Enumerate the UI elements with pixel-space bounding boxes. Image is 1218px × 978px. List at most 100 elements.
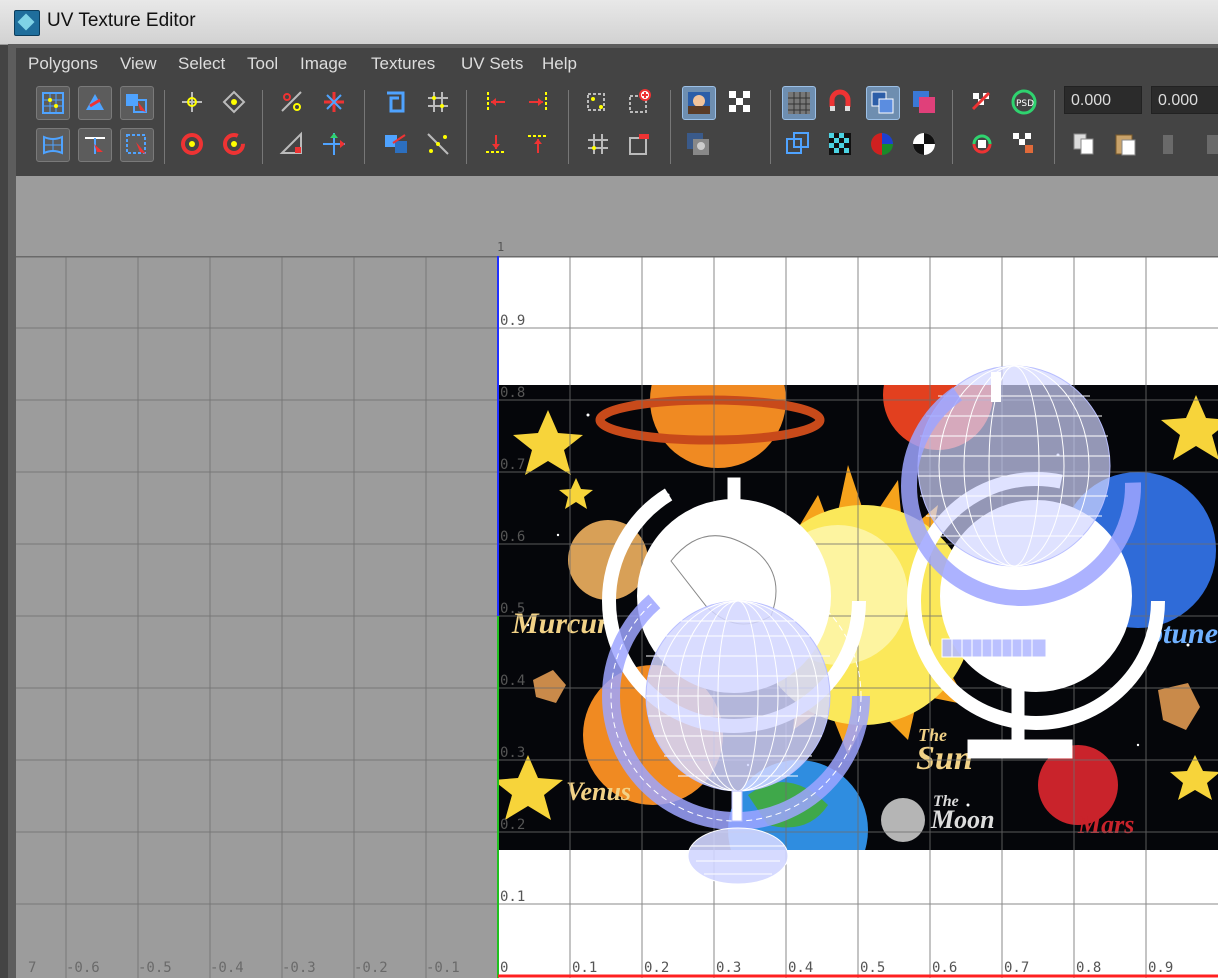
alpha-channel-icon[interactable] (908, 128, 942, 162)
v-value-field[interactable]: 0.000 (1151, 86, 1218, 114)
split-uvs-icon[interactable] (318, 86, 352, 120)
u-tick-neg-0.3: -0.3 (282, 960, 316, 976)
toolbar-separator (466, 90, 467, 164)
copy-uvs-icon[interactable] (1068, 128, 1102, 162)
app-icon (14, 10, 40, 36)
align-right-icon[interactable] (522, 86, 556, 120)
menu-tool[interactable]: Tool (247, 54, 278, 74)
v-tick-0.1: 0.1 (500, 889, 526, 905)
remove-uv-icon[interactable] (624, 128, 658, 162)
uv-face-select-icon[interactable] (120, 86, 154, 120)
paste-uvs-icon[interactable] (1110, 128, 1144, 162)
toolbar-separator (364, 90, 365, 164)
title-bar: UV Texture Editor (0, 0, 1218, 45)
uv-warp-icon[interactable] (36, 128, 70, 162)
flip-v-icon[interactable] (218, 86, 252, 120)
v-tick-0.4: 0.4 (500, 673, 526, 689)
u-tick-0.4: 0.4 (788, 960, 814, 976)
display-image-icon[interactable] (682, 86, 716, 120)
add-uv-icon[interactable] (624, 86, 658, 120)
v-tick-0.9: 0.9 (500, 313, 526, 329)
move-sew-icon[interactable] (318, 128, 352, 162)
v-tick-0.8: 0.8 (500, 385, 526, 401)
align-top-icon[interactable] (522, 128, 556, 162)
window-title: UV Texture Editor (47, 10, 196, 31)
u-tick-0.3: 0.3 (716, 960, 742, 976)
rgb-channels-icon[interactable] (866, 128, 900, 162)
uv-viewport[interactable]: Murcur Venus The Sun The Moon Mars ptune (16, 256, 1218, 978)
toolbar-separator (262, 90, 263, 164)
u-tick-0: 0 (500, 960, 509, 976)
u-tick-neg-0.7: 7 (28, 960, 37, 976)
menu-polygons[interactable]: Polygons (28, 54, 98, 74)
u-tick-0.9: 0.9 (1148, 960, 1174, 976)
relax-uvs-icon[interactable] (422, 128, 456, 162)
flip-u-icon[interactable] (176, 86, 210, 120)
rotate-cw-icon[interactable] (218, 128, 252, 162)
u-tick-0.7: 0.7 (1004, 960, 1030, 976)
svg-text:PSD: PSD (1016, 99, 1034, 109)
unfold-uvs-icon[interactable] (380, 128, 414, 162)
rotate-ccw-icon[interactable] (176, 128, 210, 162)
v-tick-0.7: 0.7 (500, 457, 526, 473)
dim-image-icon[interactable] (682, 128, 716, 162)
u-tick-neg-0.5: -0.5 (138, 960, 172, 976)
toolbar: PSD (16, 80, 1218, 177)
cut-uv-edges-icon[interactable] (276, 86, 310, 120)
menu-help[interactable]: Help (542, 54, 577, 74)
checkered-swap-icon[interactable] (966, 86, 1000, 120)
uv-edge-select-icon[interactable] (78, 128, 112, 162)
u-tick-0.6: 0.6 (932, 960, 958, 976)
u-tick-neg-0.6: -0.6 (66, 960, 100, 976)
toolbar-separator (952, 90, 953, 164)
menu-select[interactable]: Select (178, 54, 225, 74)
uv-grid-select-icon[interactable] (36, 86, 70, 120)
u-tick-0.5: 0.5 (860, 960, 886, 976)
uv-shell-select-icon[interactable] (120, 128, 154, 162)
layout-uvs-icon[interactable] (380, 86, 414, 120)
grid-snap-icon[interactable] (582, 128, 616, 162)
align-bottom-icon[interactable] (480, 128, 514, 162)
u-tick-0.1: 0.1 (572, 960, 598, 976)
sew-uv-edges-icon[interactable] (276, 128, 310, 162)
u-tick-0.8: 0.8 (1076, 960, 1102, 976)
checkered-texture-icon[interactable] (1008, 128, 1042, 162)
paste-v-icon[interactable] (1194, 128, 1218, 162)
toolbar-separator (770, 90, 771, 164)
paste-u-icon[interactable] (1152, 128, 1186, 162)
menu-view[interactable]: View (120, 54, 157, 74)
menu-uv-sets[interactable]: UV Sets (461, 54, 523, 74)
u-tick-neg-0.4: -0.4 (210, 960, 244, 976)
u-value-field[interactable]: 0.000 (1064, 86, 1142, 114)
menu-textures[interactable]: Textures (371, 54, 435, 74)
uv-snapshot-icon[interactable] (582, 86, 616, 120)
isolate-select-icon[interactable] (782, 128, 816, 162)
u-tick-neg-0.1: -0.1 (426, 960, 460, 976)
grid-uvs-icon[interactable] (422, 86, 456, 120)
update-psd-icon[interactable] (966, 128, 1000, 162)
menu-bar: Polygons View Select Tool Image Textures… (16, 48, 1218, 80)
texture-borders-icon[interactable] (908, 86, 942, 120)
v-tick-0.5: 0.5 (500, 601, 526, 617)
align-left-icon[interactable] (480, 86, 514, 120)
u-tick-neg-0.2: -0.2 (354, 960, 388, 976)
uv-mesh[interactable] (16, 256, 1218, 978)
checker-tiles-icon[interactable] (824, 128, 858, 162)
toolbar-separator (670, 90, 671, 164)
uv-move-icon[interactable] (78, 86, 112, 120)
psd-network-icon[interactable]: PSD (1008, 86, 1042, 120)
viewport-top-area: 1 (16, 176, 1218, 256)
v-tick-0.2: 0.2 (500, 817, 526, 833)
v-tick-0.6: 0.6 (500, 529, 526, 545)
menu-image[interactable]: Image (300, 54, 347, 74)
toolbar-separator (568, 90, 569, 164)
checker-toggle-icon[interactable] (724, 86, 758, 120)
v-top-marker: 1 (497, 240, 505, 254)
snap-magnet-icon[interactable] (824, 86, 858, 120)
view-grid-icon[interactable] (782, 86, 816, 120)
u-tick-0.2: 0.2 (644, 960, 670, 976)
toolbar-separator (1054, 90, 1055, 164)
toolbar-separator (164, 90, 165, 164)
v-tick-0.3: 0.3 (500, 745, 526, 761)
shaded-uv-icon[interactable] (866, 86, 900, 120)
